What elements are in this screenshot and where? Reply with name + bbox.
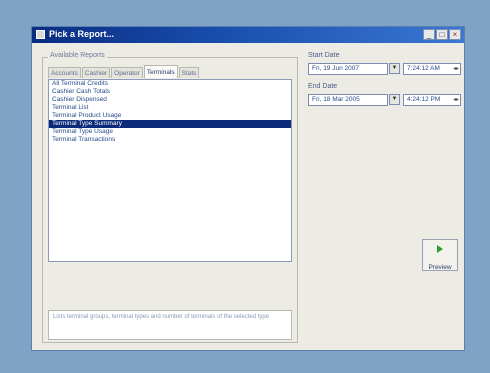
tab-cashier[interactable]: Cashier [81,67,111,78]
group-label: Available Reports [48,52,107,59]
minimize-button[interactable]: _ [423,29,435,40]
window-icon [36,30,45,39]
preview-label: Preview [428,264,452,271]
available-reports-group: Available Reports Accounts Cashier Opera… [42,52,298,343]
start-date-field[interactable]: Fri, 19 Jun 2007 [308,63,388,75]
list-item[interactable]: Cashier Dispensed [49,96,291,104]
list-item[interactable]: Terminal Product Usage [49,112,291,120]
report-picker-window: Pick a Report... _ □ × Available Reports… [31,26,465,351]
list-item[interactable]: All Terminal Credits [49,80,291,88]
end-time-value: 4:24:12 PM [407,96,441,103]
report-description: Lists terminal groups, terminal types an… [48,310,292,340]
list-item-selected[interactable]: Terminal Type Summary [49,120,291,128]
start-time-field[interactable]: 7:24:12 AM ◂▸ [403,63,461,75]
close-button[interactable]: × [449,29,461,40]
spin-arrows-icon[interactable]: ◂▸ [453,95,459,105]
spin-arrows-icon[interactable]: ◂▸ [453,64,459,74]
tab-accounts[interactable]: Accounts [48,67,81,78]
chevron-down-icon[interactable]: ▼ [389,63,400,74]
window-title: Pick a Report... [49,29,115,39]
tab-operator[interactable]: Operator [111,67,143,78]
play-arrow-icon [437,245,443,253]
end-date-label: End Date [308,83,338,90]
window-controls: _ □ × [423,29,461,41]
list-item[interactable]: Terminal Type Usage [49,128,291,136]
list-item[interactable]: Terminal Transactions [49,136,291,144]
report-tabs: Accounts Cashier Operator Terminals Stat… [48,65,200,79]
tab-terminals[interactable]: Terminals [143,65,178,78]
report-list[interactable]: All Terminal Credits Cashier Cash Totals… [48,79,292,262]
chevron-down-icon[interactable]: ▼ [389,94,400,105]
title-bar[interactable]: Pick a Report... _ □ × [32,27,464,43]
start-time-value: 7:24:12 AM [407,65,440,72]
list-item[interactable]: Terminal List [49,104,291,112]
list-item[interactable]: Cashier Cash Totals [49,88,291,96]
start-date-label: Start Date [308,52,340,59]
end-time-field[interactable]: 4:24:12 PM ◂▸ [403,94,461,106]
maximize-button[interactable]: □ [436,29,448,40]
end-date-field[interactable]: Fri, 18 Mar 2005 [308,94,388,106]
preview-button[interactable]: Preview [422,239,458,271]
tab-stats[interactable]: Stats [178,67,200,78]
